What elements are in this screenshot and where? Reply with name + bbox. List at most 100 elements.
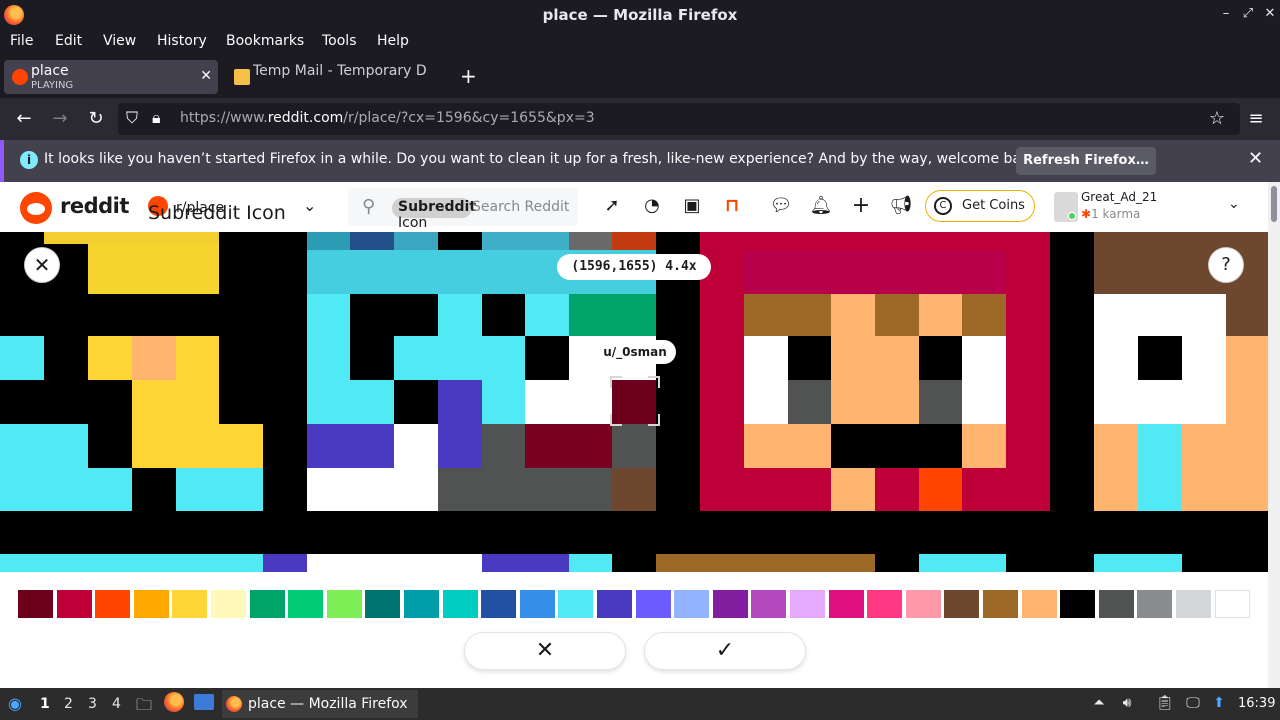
canvas-pixel-block[interactable] bbox=[176, 244, 219, 294]
shield-icon[interactable]: ⛉ bbox=[126, 108, 138, 128]
close-canvas-icon[interactable]: ✕ bbox=[24, 247, 60, 283]
palette-swatch[interactable] bbox=[983, 590, 1018, 618]
canvas-pixel-block[interactable] bbox=[176, 336, 219, 380]
palette-swatch[interactable] bbox=[481, 590, 517, 618]
hamburger-menu-icon[interactable]: ≡ bbox=[1244, 107, 1268, 131]
canvas-pixel-block[interactable] bbox=[744, 336, 788, 380]
canvas-pixel-block[interactable] bbox=[350, 232, 394, 250]
palette-swatch[interactable] bbox=[674, 590, 710, 618]
chevron-down-icon[interactable]: ⌄ bbox=[1228, 196, 1240, 212]
tab-temp-mail[interactable]: Temp Mail - Temporary D bbox=[226, 60, 450, 94]
search-box[interactable]: ⚲ Subreddit Icon Search Reddit bbox=[348, 188, 578, 231]
canvas-pixel-block[interactable] bbox=[132, 336, 176, 380]
chat-icon[interactable]: 💬︎ bbox=[769, 194, 793, 218]
palette-swatch[interactable] bbox=[828, 590, 864, 618]
canvas-pixel-block[interactable] bbox=[132, 424, 263, 468]
canvas-pixel-block[interactable] bbox=[744, 250, 1006, 294]
workspace-3[interactable]: 3 bbox=[88, 696, 97, 712]
palette-swatch[interactable] bbox=[95, 590, 131, 618]
canvas-pixel-block[interactable] bbox=[962, 424, 1006, 468]
user-menu[interactable]: Great_Ad_21 ✱1 karma ⌄ bbox=[1050, 188, 1250, 226]
menu-file[interactable]: File bbox=[10, 33, 33, 49]
menu-edit[interactable]: Edit bbox=[55, 33, 82, 49]
back-arrow-icon[interactable]: ← bbox=[12, 107, 36, 131]
notification-bell-icon[interactable]: 🔔︎ bbox=[809, 194, 833, 218]
canvas-pixel-block[interactable] bbox=[350, 294, 438, 336]
canvas-pixel-block[interactable] bbox=[1094, 554, 1182, 572]
canvas-pixel-block[interactable] bbox=[569, 294, 656, 336]
canvas-pixel-block[interactable] bbox=[569, 232, 612, 250]
canvas-pixel-block[interactable] bbox=[1094, 294, 1226, 336]
palette-swatch[interactable] bbox=[172, 590, 208, 618]
canvas-pixel-block[interactable] bbox=[1226, 336, 1268, 380]
canvas-pixel-block[interactable] bbox=[744, 380, 788, 424]
palette-swatch[interactable] bbox=[712, 590, 748, 618]
menu-bookmarks[interactable]: Bookmarks bbox=[226, 33, 304, 49]
get-coins-button[interactable]: C Get Coins bbox=[925, 190, 1035, 222]
workspace-1[interactable]: 1 bbox=[40, 696, 50, 712]
new-tab-plus-icon[interactable]: + bbox=[460, 64, 477, 88]
canvas-pixel-block[interactable] bbox=[525, 294, 569, 336]
canvas-pixel-block[interactable] bbox=[438, 380, 482, 468]
palette-swatch[interactable] bbox=[56, 590, 92, 618]
page-scrollbar[interactable] bbox=[1268, 182, 1280, 688]
canvas-pixel-block[interactable] bbox=[612, 468, 656, 511]
palette-swatch[interactable] bbox=[1021, 590, 1057, 618]
file-manager-icon[interactable]: 🗀︎ bbox=[136, 694, 152, 720]
palette-swatch[interactable] bbox=[635, 590, 671, 618]
canvas-pixel-block[interactable] bbox=[788, 336, 831, 380]
canvas-pixel-block[interactable] bbox=[394, 232, 438, 250]
update-icon[interactable]: ⬆ bbox=[1210, 695, 1228, 713]
place-icon[interactable]: ⊓ bbox=[720, 194, 744, 218]
menu-help[interactable]: Help bbox=[377, 33, 409, 49]
url-text[interactable]: https://www.reddit.com/r/place/?cx=1596&… bbox=[180, 110, 595, 126]
canvas-pixel-block[interactable] bbox=[744, 424, 831, 468]
palette-swatch[interactable] bbox=[18, 590, 53, 618]
reddit-wordmark[interactable]: reddit bbox=[60, 194, 129, 218]
start-menu-icon[interactable]: ◉ bbox=[8, 694, 22, 713]
workspace-2[interactable]: 2 bbox=[64, 696, 73, 712]
create-post-plus-icon[interactable]: + bbox=[849, 194, 873, 218]
clipboard-icon[interactable]: 📋︎ bbox=[1156, 695, 1174, 713]
canvas-pixel-block[interactable] bbox=[525, 380, 612, 424]
cancel-placement-button[interactable]: ✕ bbox=[464, 632, 626, 670]
canvas-pixel-block[interactable] bbox=[1050, 232, 1094, 511]
palette-swatch[interactable] bbox=[1214, 590, 1250, 618]
canvas-pixel-block[interactable] bbox=[88, 424, 132, 468]
palette-swatch[interactable] bbox=[442, 590, 478, 618]
canvas-pixel-block[interactable] bbox=[438, 468, 612, 511]
palette-swatch[interactable] bbox=[1098, 590, 1134, 618]
canvas-pixel-block[interactable] bbox=[482, 424, 525, 468]
place-canvas[interactable]: ✕ ? (1596,1655) 4.4x u/_0sman bbox=[0, 232, 1268, 572]
canvas-pixel-block[interactable] bbox=[919, 554, 1006, 572]
canvas-pixel-block[interactable] bbox=[569, 554, 612, 572]
canvas-pixel-block[interactable] bbox=[394, 424, 438, 468]
canvas-pixel-block[interactable] bbox=[831, 336, 919, 380]
palette-swatch[interactable] bbox=[249, 590, 285, 618]
bookmark-star-icon[interactable]: ☆ bbox=[1205, 107, 1229, 131]
palette-swatch[interactable] bbox=[326, 590, 362, 618]
canvas-pixel-block[interactable] bbox=[919, 468, 962, 511]
canvas-pixel-block[interactable] bbox=[438, 294, 482, 336]
canvas-pixel-block[interactable] bbox=[962, 336, 1006, 380]
canvas-pixel-block[interactable] bbox=[831, 294, 875, 336]
confirm-placement-button[interactable]: ✓ bbox=[644, 632, 806, 670]
close-window-icon[interactable]: ✕ bbox=[1262, 6, 1278, 22]
canvas-pixel-block[interactable] bbox=[0, 380, 132, 424]
canvas-pixel-block[interactable] bbox=[919, 336, 962, 380]
canvas-pixel-block[interactable] bbox=[831, 380, 919, 424]
tray-arrow-icon[interactable]: ⏶ bbox=[1090, 695, 1108, 713]
canvas-pixel-block[interactable] bbox=[0, 554, 263, 572]
help-question-icon[interactable]: ? bbox=[1208, 247, 1244, 283]
menu-view[interactable]: View bbox=[103, 33, 136, 49]
palette-swatch[interactable] bbox=[1060, 590, 1096, 618]
palette-swatch[interactable] bbox=[944, 590, 980, 618]
palette-swatch[interactable] bbox=[790, 590, 825, 618]
palette-swatch[interactable] bbox=[133, 590, 169, 618]
reload-icon[interactable]: ↻ bbox=[84, 107, 108, 131]
canvas-pixel-block[interactable] bbox=[1094, 336, 1138, 380]
canvas-pixel-block[interactable] bbox=[307, 380, 394, 424]
palette-swatch[interactable] bbox=[867, 590, 903, 618]
lock-icon[interactable]: 🔒︎ bbox=[152, 108, 161, 128]
canvas-pixel-block[interactable] bbox=[307, 554, 482, 572]
